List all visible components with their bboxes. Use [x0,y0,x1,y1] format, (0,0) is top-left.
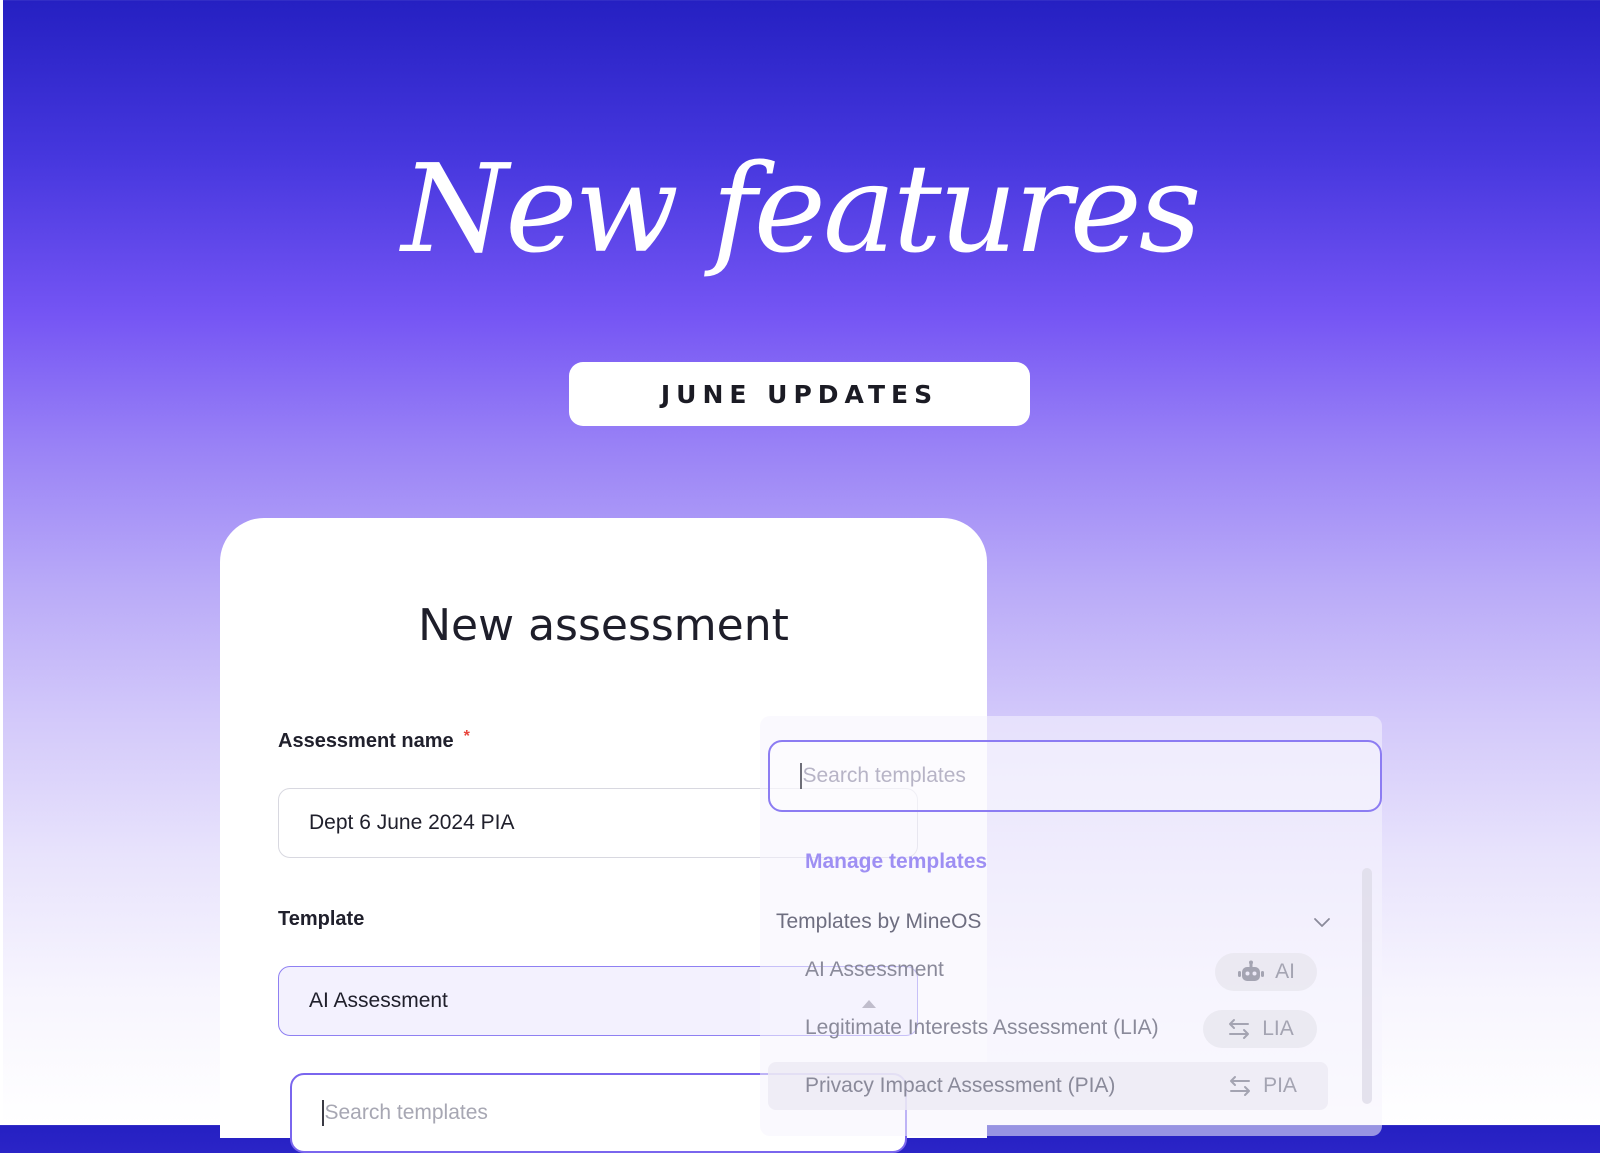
tag-pill-lia: LIA [1203,1010,1317,1048]
template-dropdown-panel: Search templates Manage templates Templa… [760,716,1382,1136]
tag-lia-label: LIA [1262,1017,1294,1040]
arrows-exchange-icon [1229,1019,1250,1039]
assessment-name-label: Assessment name * [278,728,470,753]
template-search-placeholder: Search templates [324,1101,488,1124]
template-label: Template [278,908,365,930]
chevron-down-icon[interactable] [1310,910,1334,934]
tag-pill-ai: AI [1215,953,1317,991]
card-title: New assessment [418,600,789,651]
option-ai-assessment[interactable]: AI Assessment [805,958,944,982]
assessment-name-label-text: Assessment name [278,730,454,752]
dropdown-scrollbar[interactable] [1362,868,1372,1104]
option-lia[interactable]: Legitimate Interests Assessment (LIA) [805,1016,1159,1040]
text-cursor [322,1100,324,1126]
hero-title: New features [401,138,1202,280]
required-marker: * [463,728,470,745]
manage-templates-link[interactable]: Manage templates [805,850,987,874]
assessment-name-value: Dept 6 June 2024 PIA [309,811,515,834]
june-updates-badge: JUNE UPDATES [569,362,1030,426]
text-cursor [800,763,802,789]
template-selected-value: AI Assessment [309,989,448,1012]
dropdown-search-placeholder: Search templates [802,764,966,787]
tag-pill-pia: PIA [1208,1067,1316,1105]
robot-icon [1238,960,1265,981]
option-pia[interactable]: Privacy Impact Assessment (PIA) [805,1074,1115,1098]
tag-pia-label: PIA [1263,1074,1297,1097]
arrows-exchange-icon [1230,1076,1251,1096]
templates-group-header[interactable]: Templates by MineOS [776,910,981,934]
dropdown-search-input[interactable]: Search templates [768,740,1382,812]
tag-ai-label: AI [1275,960,1295,983]
